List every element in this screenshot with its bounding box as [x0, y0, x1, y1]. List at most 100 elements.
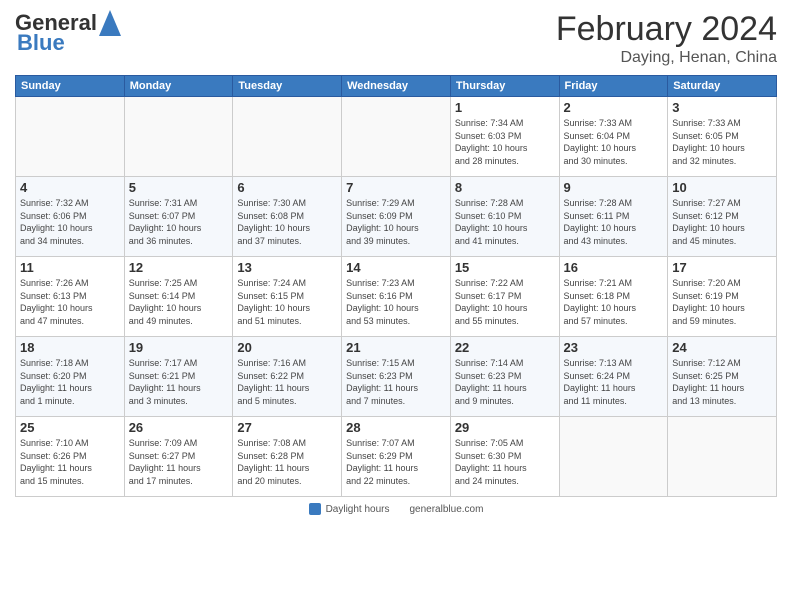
- day-info: Sunrise: 7:32 AM Sunset: 6:06 PM Dayligh…: [20, 197, 120, 247]
- header-cell-monday: Monday: [124, 76, 233, 97]
- day-cell: 22 Sunrise: 7:14 AM Sunset: 6:23 PM Dayli…: [450, 337, 559, 417]
- day-info: Sunrise: 7:12 AM Sunset: 6:25 PM Dayligh…: [672, 357, 772, 407]
- day-number: 4: [20, 180, 120, 195]
- day-cell: [233, 97, 342, 177]
- day-number: 16: [564, 260, 664, 275]
- day-info: Sunrise: 7:05 AM Sunset: 6:30 PM Dayligh…: [455, 437, 555, 487]
- source-label: generalblue.com: [409, 504, 483, 515]
- day-info: Sunrise: 7:07 AM Sunset: 6:29 PM Dayligh…: [346, 437, 446, 487]
- day-info: Sunrise: 7:34 AM Sunset: 6:03 PM Dayligh…: [455, 117, 555, 167]
- calendar-location: Daying, Henan, China: [556, 49, 777, 67]
- week-row-4: 25Sunrise: 7:10 AM Sunset: 6:26 PM Dayli…: [16, 417, 777, 497]
- day-number: 22: [455, 340, 555, 355]
- week-row-3: 18 Sunrise: 7:18 AM Sunset: 6:20 PM Dayli…: [16, 337, 777, 417]
- header-cell-wednesday: Wednesday: [342, 76, 451, 97]
- day-cell: 4 Sunrise: 7:32 AM Sunset: 6:06 PM Daylig…: [16, 177, 125, 257]
- day-cell: [559, 417, 668, 497]
- day-cell: 23Sunrise: 7:13 AM Sunset: 6:24 PM Dayli…: [559, 337, 668, 417]
- day-info: Sunrise: 7:17 AM Sunset: 6:21 PM Dayligh…: [129, 357, 229, 407]
- footer-source: generalblue.com: [409, 504, 483, 515]
- day-cell: 21 Sunrise: 7:15 AM Sunset: 6:23 PM Dayli…: [342, 337, 451, 417]
- day-info: Sunrise: 7:28 AM Sunset: 6:11 PM Dayligh…: [564, 197, 664, 247]
- day-number: 5: [129, 180, 229, 195]
- day-cell: 9 Sunrise: 7:28 AM Sunset: 6:11 PM Daylig…: [559, 177, 668, 257]
- title-block: February 2024 Daying, Henan, China: [556, 10, 777, 67]
- day-cell: 15 Sunrise: 7:22 AM Sunset: 6:17 PM Dayli…: [450, 257, 559, 337]
- day-info: Sunrise: 7:23 AM Sunset: 6:16 PM Dayligh…: [346, 277, 446, 327]
- day-info: Sunrise: 7:31 AM Sunset: 6:07 PM Dayligh…: [129, 197, 229, 247]
- header-cell-tuesday: Tuesday: [233, 76, 342, 97]
- header-cell-friday: Friday: [559, 76, 668, 97]
- day-number: 8: [455, 180, 555, 195]
- day-cell: 6 Sunrise: 7:30 AM Sunset: 6:08 PM Daylig…: [233, 177, 342, 257]
- day-number: 26: [129, 420, 229, 435]
- day-number: 7: [346, 180, 446, 195]
- day-info: Sunrise: 7:18 AM Sunset: 6:20 PM Dayligh…: [20, 357, 120, 407]
- calendar-header: SundayMondayTuesdayWednesdayThursdayFrid…: [16, 76, 777, 97]
- day-info: Sunrise: 7:29 AM Sunset: 6:09 PM Dayligh…: [346, 197, 446, 247]
- day-info: Sunrise: 7:22 AM Sunset: 6:17 PM Dayligh…: [455, 277, 555, 327]
- day-cell: 26Sunrise: 7:09 AM Sunset: 6:27 PM Dayli…: [124, 417, 233, 497]
- calendar-body: 1 Sunrise: 7:34 AM Sunset: 6:03 PM Daylig…: [16, 97, 777, 497]
- day-number: 18: [20, 340, 120, 355]
- day-number: 27: [237, 420, 337, 435]
- header-cell-thursday: Thursday: [450, 76, 559, 97]
- week-row-2: 11 Sunrise: 7:26 AM Sunset: 6:13 PM Dayli…: [16, 257, 777, 337]
- page: General Blue February 2024 Daying, Henan…: [0, 0, 792, 612]
- footer-daylight: Daylight hours: [309, 503, 390, 515]
- logo-triangle-icon: [99, 10, 121, 36]
- day-cell: 29 Sunrise: 7:05 AM Sunset: 6:30 PM Dayli…: [450, 417, 559, 497]
- day-cell: 16Sunrise: 7:21 AM Sunset: 6:18 PM Dayli…: [559, 257, 668, 337]
- day-number: 21: [346, 340, 446, 355]
- day-number: 23: [564, 340, 664, 355]
- day-number: 17: [672, 260, 772, 275]
- day-info: Sunrise: 7:24 AM Sunset: 6:15 PM Dayligh…: [237, 277, 337, 327]
- day-cell: [16, 97, 125, 177]
- week-row-0: 1 Sunrise: 7:34 AM Sunset: 6:03 PM Daylig…: [16, 97, 777, 177]
- day-number: 24: [672, 340, 772, 355]
- day-cell: 2Sunrise: 7:33 AM Sunset: 6:04 PM Daylig…: [559, 97, 668, 177]
- day-cell: 8 Sunrise: 7:28 AM Sunset: 6:10 PM Daylig…: [450, 177, 559, 257]
- day-number: 19: [129, 340, 229, 355]
- day-number: 12: [129, 260, 229, 275]
- daylight-legend-box: [309, 503, 321, 515]
- logo: General Blue: [15, 10, 121, 56]
- day-info: Sunrise: 7:26 AM Sunset: 6:13 PM Dayligh…: [20, 277, 120, 327]
- day-cell: 17Sunrise: 7:20 AM Sunset: 6:19 PM Dayli…: [668, 257, 777, 337]
- footer: Daylight hours generalblue.com: [15, 503, 777, 515]
- day-number: 28: [346, 420, 446, 435]
- day-info: Sunrise: 7:33 AM Sunset: 6:04 PM Dayligh…: [564, 117, 664, 167]
- day-cell: [342, 97, 451, 177]
- day-number: 10: [672, 180, 772, 195]
- day-number: 11: [20, 260, 120, 275]
- day-info: Sunrise: 7:27 AM Sunset: 6:12 PM Dayligh…: [672, 197, 772, 247]
- day-info: Sunrise: 7:30 AM Sunset: 6:08 PM Dayligh…: [237, 197, 337, 247]
- daylight-label: Daylight hours: [326, 504, 390, 515]
- day-cell: 20Sunrise: 7:16 AM Sunset: 6:22 PM Dayli…: [233, 337, 342, 417]
- day-cell: 12 Sunrise: 7:25 AM Sunset: 6:14 PM Dayli…: [124, 257, 233, 337]
- day-number: 9: [564, 180, 664, 195]
- day-number: 6: [237, 180, 337, 195]
- day-number: 3: [672, 100, 772, 115]
- calendar-table: SundayMondayTuesdayWednesdayThursdayFrid…: [15, 75, 777, 497]
- day-cell: 24 Sunrise: 7:12 AM Sunset: 6:25 PM Dayli…: [668, 337, 777, 417]
- day-cell: [124, 97, 233, 177]
- day-cell: 11 Sunrise: 7:26 AM Sunset: 6:13 PM Dayli…: [16, 257, 125, 337]
- day-cell: 27Sunrise: 7:08 AM Sunset: 6:28 PM Dayli…: [233, 417, 342, 497]
- day-info: Sunrise: 7:25 AM Sunset: 6:14 PM Dayligh…: [129, 277, 229, 327]
- day-number: 1: [455, 100, 555, 115]
- header-row: SundayMondayTuesdayWednesdayThursdayFrid…: [16, 76, 777, 97]
- day-number: 29: [455, 420, 555, 435]
- day-number: 20: [237, 340, 337, 355]
- header-cell-sunday: Sunday: [16, 76, 125, 97]
- day-info: Sunrise: 7:15 AM Sunset: 6:23 PM Dayligh…: [346, 357, 446, 407]
- day-info: Sunrise: 7:14 AM Sunset: 6:23 PM Dayligh…: [455, 357, 555, 407]
- header: General Blue February 2024 Daying, Henan…: [15, 10, 777, 67]
- day-info: Sunrise: 7:28 AM Sunset: 6:10 PM Dayligh…: [455, 197, 555, 247]
- day-info: Sunrise: 7:33 AM Sunset: 6:05 PM Dayligh…: [672, 117, 772, 167]
- day-cell: 19 Sunrise: 7:17 AM Sunset: 6:21 PM Dayli…: [124, 337, 233, 417]
- day-info: Sunrise: 7:10 AM Sunset: 6:26 PM Dayligh…: [20, 437, 120, 487]
- day-cell: 7 Sunrise: 7:29 AM Sunset: 6:09 PM Daylig…: [342, 177, 451, 257]
- week-row-1: 4 Sunrise: 7:32 AM Sunset: 6:06 PM Daylig…: [16, 177, 777, 257]
- day-number: 15: [455, 260, 555, 275]
